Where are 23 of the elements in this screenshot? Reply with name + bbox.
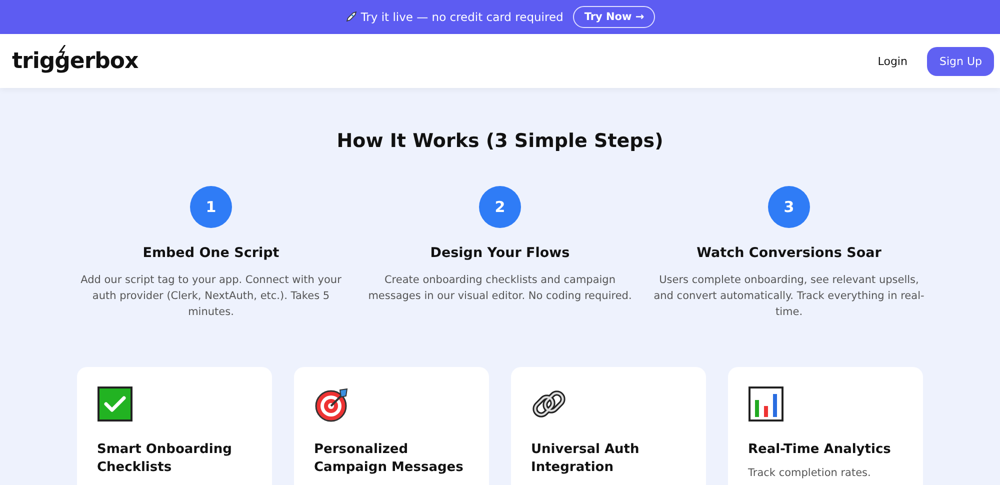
step-title: Design Your Flows [430, 245, 570, 261]
feature-title: Smart Onboarding Checklists [97, 441, 233, 477]
feature-title: Personalized Campaign Messages [314, 441, 464, 477]
step-description: Add our script tag to your app. Connect with your auth provider (Clerk, NextAuth, etc.). Takes 5 minutes. [80, 273, 342, 320]
checkbox-icon [97, 386, 133, 422]
login-link[interactable]: Login [878, 54, 908, 68]
feature-title: Real-Time Analytics [748, 441, 892, 459]
feature-title: Universal Auth Integration [531, 441, 640, 477]
try-now-button[interactable]: Try Now → [573, 6, 656, 28]
rocket-icon [344, 11, 357, 23]
step-description: Users complete onboarding, see relevant upsells, and convert automatically. Track everything in real-time. [652, 273, 926, 320]
step-description: Create onboarding checklists and campaign messages in our visual editor. No coding required. [367, 273, 633, 304]
bar-chart-icon [748, 386, 784, 422]
feature-description: Track completion rates. [748, 467, 872, 479]
step-number: 1 [190, 186, 232, 228]
section-title: How It Works (3 Simple Steps) [336, 130, 664, 152]
banner-text: Try it live — no credit card required [360, 10, 564, 24]
step-title: Watch Conversions Soar [696, 245, 882, 261]
step-title: Embed One Script [142, 245, 280, 261]
target-icon [314, 386, 350, 422]
step-number: 2 [479, 186, 521, 228]
sign-up-button[interactable]: Sign Up [927, 46, 994, 76]
step-number: 3 [768, 186, 810, 228]
